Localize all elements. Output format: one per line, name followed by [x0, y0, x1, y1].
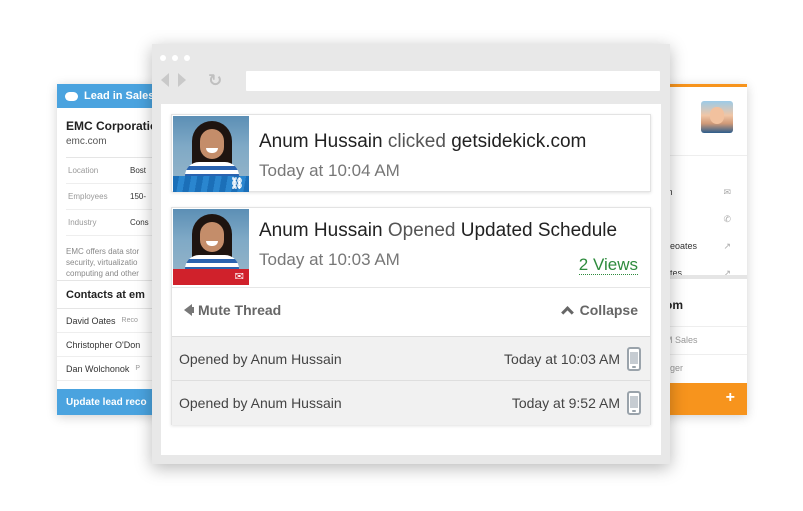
forward-arrow-icon[interactable] [178, 73, 186, 87]
info-key: Location [68, 166, 99, 175]
salesforce-header-label: Lead in Salesf [84, 90, 158, 102]
collapse-button[interactable]: Collapse [560, 302, 638, 319]
window-dot [160, 55, 166, 61]
address-bar[interactable] [246, 71, 660, 91]
add-button[interactable]: + [726, 389, 735, 407]
activity-verb: Opened [387, 220, 456, 241]
contact-photo: ✉ [173, 209, 249, 285]
open-event-label: Opened by Anum Hussain [179, 351, 342, 367]
cloud-icon [65, 91, 78, 101]
notification-time: Today at 10:03 AM [259, 250, 400, 269]
info-key: Industry [68, 218, 97, 227]
notification-card[interactable]: ⛓ Anum Hussain clicked getsidekick.com T… [171, 114, 651, 192]
open-event-time: Today at 10:03 AM [504, 351, 620, 367]
activity-target[interactable]: Updated Schedule [461, 220, 617, 241]
contact-role: Reco [121, 317, 138, 324]
contact-name: David Oates [66, 315, 116, 326]
external-link-icon: ↗ [723, 240, 731, 251]
notification-card[interactable]: ✉ Anum Hussain Opened Updated Schedule T… [171, 207, 651, 425]
link-icon: ⛓ [230, 178, 244, 190]
mobile-phone-icon [627, 391, 641, 415]
photo-face [200, 222, 224, 252]
browser-content: ⛓ Anum Hussain clicked getsidekick.com T… [161, 104, 661, 455]
browser-chrome: ↻ [152, 44, 670, 104]
mobile-phone-icon [627, 347, 641, 371]
notification-title: Anum Hussain clicked getsidekick.com [259, 131, 586, 153]
collapse-label: Collapse [579, 302, 638, 318]
info-value: Cons [130, 218, 149, 227]
open-event-row: Opened by Anum Hussain Today at 9:52 AM [172, 380, 650, 425]
contact-role: P [135, 365, 141, 372]
activity-target[interactable]: getsidekick.com [451, 131, 586, 152]
contact-name: Anum Hussain [259, 131, 383, 152]
speaker-icon [184, 304, 194, 316]
chevron-up-icon [560, 306, 574, 319]
info-key: Employees [68, 192, 108, 201]
envelope-icon: ✉ [234, 271, 244, 283]
stage: Lead in Salesf EMC Corporatio emc.com Lo… [0, 0, 803, 511]
window-dot [184, 55, 190, 61]
notification-title: Anum Hussain Opened Updated Schedule [259, 220, 617, 242]
mute-thread-button[interactable]: Mute Thread [184, 302, 281, 318]
contact-name: Dan Wolchonok [66, 363, 130, 374]
phone-icon: ✆ [723, 213, 731, 224]
avatar [701, 101, 733, 133]
open-event-time: Today at 9:52 AM [511, 395, 620, 411]
contact-name: Anum Hussain [259, 220, 383, 241]
back-arrow-icon[interactable] [161, 73, 169, 87]
mute-thread-label: Mute Thread [198, 302, 282, 318]
photo-face [200, 129, 224, 159]
avatar-face [710, 107, 724, 124]
contact-name: Christopher O'Don [66, 339, 141, 350]
activity-verb: clicked [387, 131, 446, 152]
open-event-row: Opened by Anum Hussain Today at 10:03 AM [172, 336, 650, 380]
window-dot [172, 55, 178, 61]
reload-icon[interactable]: ↻ [208, 72, 222, 89]
open-event-label: Opened by Anum Hussain [179, 395, 342, 411]
info-value: Bost [130, 166, 147, 175]
thread-actions: Mute Thread Collapse [172, 287, 650, 336]
info-value: 150- [130, 192, 147, 201]
browser-window: ↻ ⛓ Anum Hussain clicked getsidekick.com… [152, 44, 670, 464]
contact-photo: ⛓ [173, 116, 249, 192]
notification-time: Today at 10:04 AM [259, 161, 400, 180]
views-count-link[interactable]: 2 Views [578, 255, 638, 275]
envelope-icon: ✉ [723, 186, 731, 197]
